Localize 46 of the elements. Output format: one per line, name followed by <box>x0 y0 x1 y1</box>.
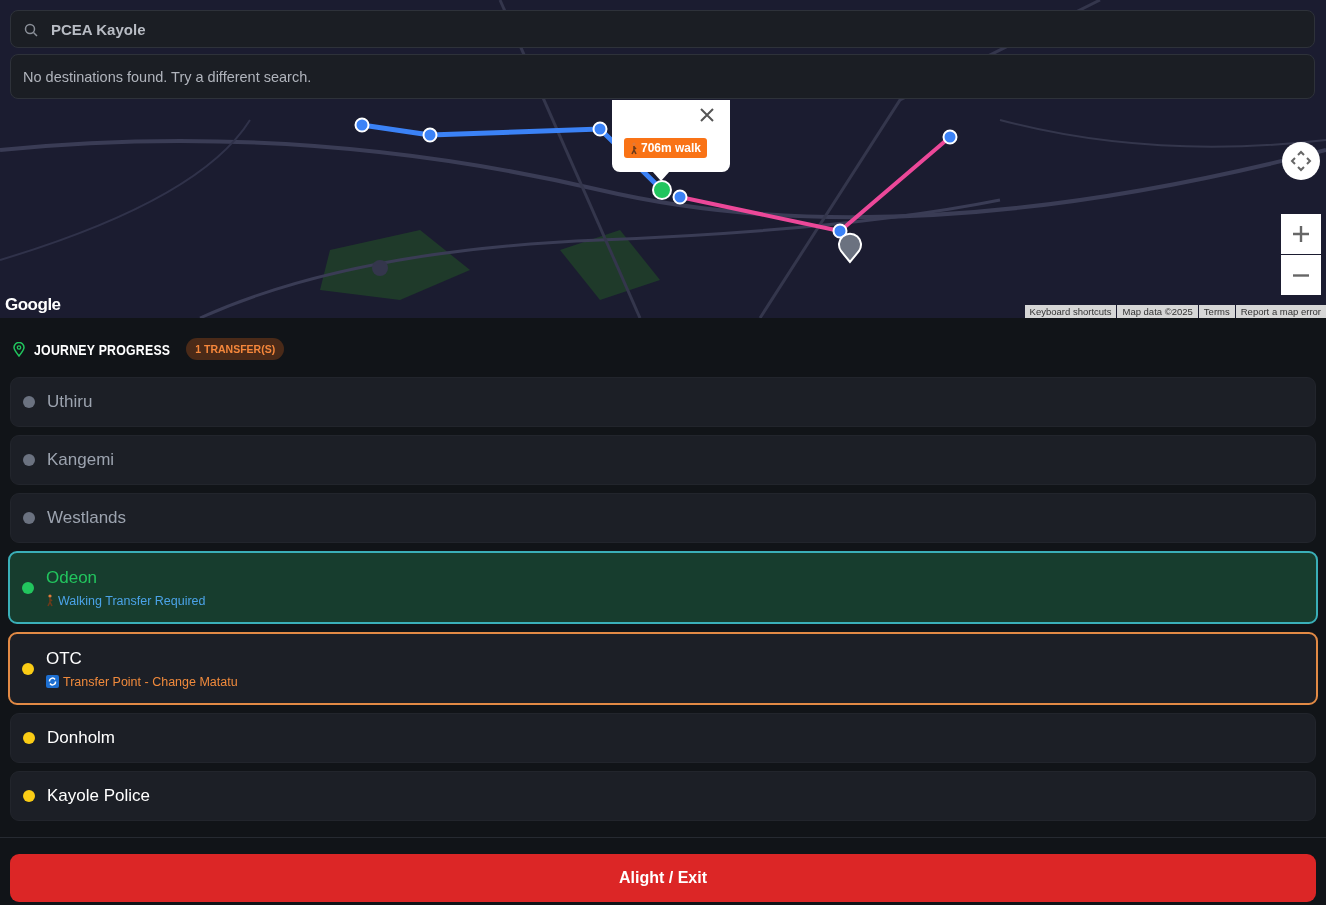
map-logo: Google <box>5 295 61 315</box>
status-dot <box>23 454 35 466</box>
zoom-out-button[interactable] <box>1281 255 1321 295</box>
section-title: JOURNEY PROGRESS <box>34 340 171 358</box>
attribution-link[interactable]: Report a map error <box>1235 305 1326 318</box>
attribution-link[interactable]: Terms <box>1198 305 1235 318</box>
status-dot <box>23 512 35 524</box>
transfer-count-badge: 1 TRANSFER(S) <box>186 338 285 360</box>
location-pin-icon[interactable] <box>838 232 862 263</box>
stop-name: Westlands <box>47 508 127 528</box>
attribution-link[interactable]: Keyboard shortcuts <box>1024 305 1117 318</box>
stop-name: OTC <box>46 648 83 669</box>
minus-icon <box>1292 273 1310 277</box>
stop-name: Kayole Police <box>47 786 150 806</box>
stop-marker[interactable] <box>592 121 608 137</box>
status-dot <box>23 732 35 744</box>
status-dot <box>22 581 34 594</box>
location-pin-icon <box>12 341 26 357</box>
no-results-message: No destinations found. Try a different search. <box>10 54 1315 99</box>
stop-marker[interactable] <box>422 127 438 143</box>
stop-marker[interactable] <box>942 129 958 145</box>
stop-name: Donholm <box>47 728 116 748</box>
refresh-icon <box>46 675 59 688</box>
status-dot <box>22 662 34 675</box>
stop-marker[interactable] <box>354 117 370 133</box>
stop-note: Transfer Point - Change Matatu <box>63 674 238 689</box>
walking-person-icon <box>630 141 638 155</box>
alight-button[interactable]: Alight / Exit <box>10 854 1316 902</box>
arrows-icon <box>1290 150 1312 172</box>
stop-marker[interactable] <box>832 223 848 239</box>
status-dot <box>23 396 35 408</box>
walk-distance-badge: 706m walk <box>624 138 708 158</box>
status-dot <box>23 790 35 802</box>
stop-note: Walking Transfer Required <box>58 593 206 608</box>
search-field[interactable]: PCEA Kayole <box>10 10 1315 48</box>
zoom-in-button[interactable] <box>1281 214 1321 254</box>
stop-name: Uthiru <box>47 392 93 412</box>
attribution-link[interactable]: Map data ©2025 <box>1117 305 1198 318</box>
stop-name: Kangemi <box>47 450 115 470</box>
stop-name: Odeon <box>46 567 99 588</box>
close-button[interactable] <box>698 106 716 124</box>
stop-marker[interactable] <box>672 189 688 205</box>
search-icon <box>24 23 38 37</box>
walking-person-icon <box>46 594 54 607</box>
close-icon <box>698 106 716 124</box>
plus-icon <box>1292 225 1310 243</box>
